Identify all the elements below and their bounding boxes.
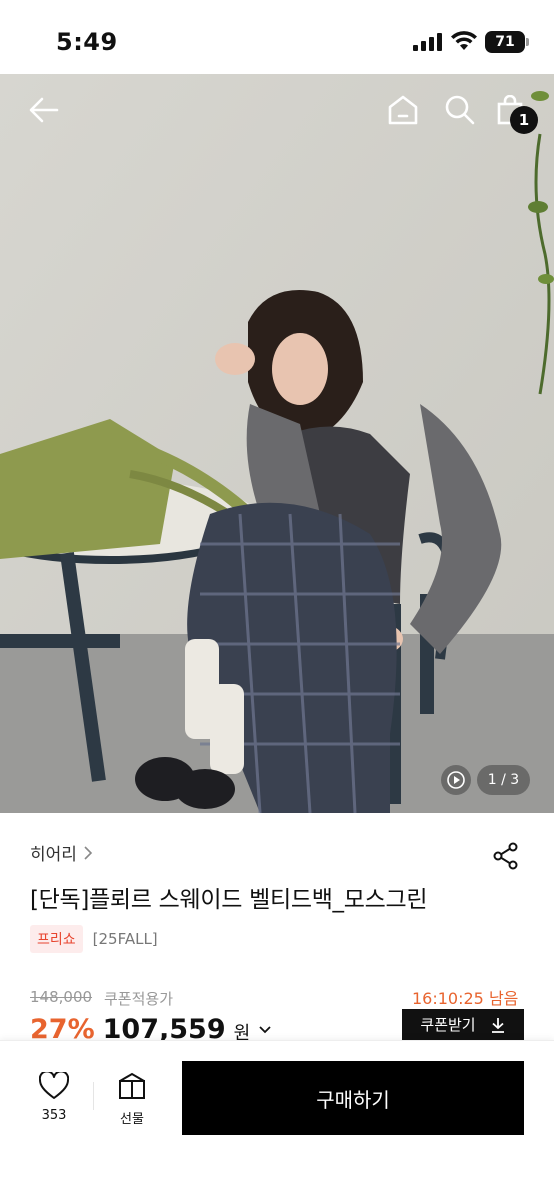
original-price: 148,000 (30, 988, 93, 1006)
download-icon (491, 1017, 504, 1033)
gift-button[interactable]: 선물 (108, 1072, 156, 1127)
share-button[interactable] (492, 842, 520, 874)
search-icon (445, 95, 475, 125)
discount-rate: 27% (30, 1014, 95, 1040)
signal-icon (413, 33, 442, 51)
brand-link[interactable]: 히어리 (30, 840, 93, 865)
price-row[interactable]: 27% 107,559 원 (30, 1014, 272, 1040)
product-title: [단독]플뢰르 스웨이드 벨티드백_모스그린 (30, 887, 428, 913)
wifi-icon (451, 31, 477, 50)
like-button[interactable]: 353 (30, 1070, 78, 1123)
buy-button[interactable]: 구매하기 (182, 1061, 524, 1135)
battery-indicator: 71 (485, 31, 525, 53)
gift-icon (119, 1072, 145, 1099)
heart-icon (38, 1070, 70, 1099)
product-tags: 프리쇼 [25FALL] (30, 925, 158, 953)
home-button[interactable] (385, 92, 421, 128)
search-button[interactable] (442, 92, 478, 128)
home-icon (388, 95, 418, 125)
cart-count-badge: 1 (510, 106, 538, 134)
play-icon (447, 771, 465, 789)
get-coupon-button[interactable]: 쿠폰받기 (402, 1009, 524, 1040)
product-photo (0, 74, 554, 813)
back-button[interactable] (26, 92, 62, 128)
bottom-divider (93, 1082, 94, 1110)
coupon-button-label: 쿠폰받기 (420, 1016, 476, 1034)
product-image-gallery[interactable] (0, 74, 554, 813)
video-play-button[interactable] (441, 765, 471, 795)
battery-tip (526, 38, 529, 46)
season-tag: [25FALL] (92, 930, 158, 948)
back-arrow-icon (29, 97, 59, 123)
coupon-price-label: 쿠폰적용가 (104, 990, 174, 1008)
countdown-timer: 16:10:25 남음 (412, 989, 519, 1008)
currency-unit: 원 (233, 1023, 251, 1040)
status-bar: 5:49 71 (0, 0, 554, 74)
gift-label: 선물 (120, 1112, 144, 1127)
chevron-down-icon (259, 1026, 271, 1034)
status-time: 5:49 (56, 28, 118, 56)
sale-price: 107,559 (102, 1014, 226, 1040)
share-icon (493, 842, 518, 870)
preshow-badge: 프리쇼 (30, 925, 83, 953)
chevron-right-icon (84, 845, 93, 860)
gallery-page-counter: 1 / 3 (477, 765, 530, 795)
brand-name: 히어리 (30, 845, 77, 865)
like-count: 353 (41, 1108, 67, 1123)
